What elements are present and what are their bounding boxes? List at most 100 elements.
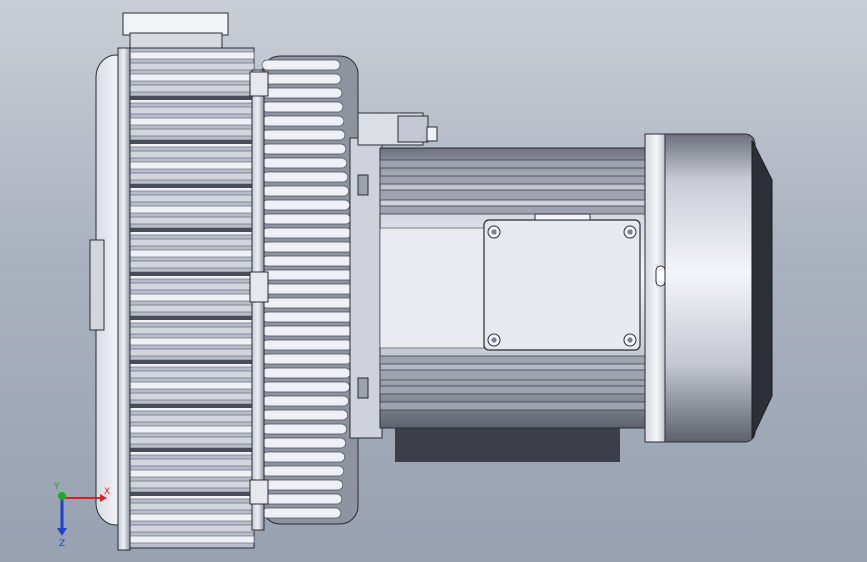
fin-groove: [128, 228, 254, 232]
housing-fin: [127, 194, 255, 203]
housing-fin: [127, 216, 255, 225]
housing-fin: [127, 205, 255, 214]
terminal-box-lid-edge: [534, 213, 591, 221]
triad-z-label: Z: [59, 539, 65, 548]
fin-groove: [128, 492, 254, 496]
graphics-viewport[interactable]: X Y Z: [0, 0, 867, 562]
housing-fin: [127, 458, 255, 467]
motor-rib: [379, 401, 649, 411]
fin-groove: [128, 404, 254, 408]
housing-fin: [127, 128, 255, 137]
motor-side-panel: [379, 227, 485, 349]
fan-cover-end: [751, 139, 773, 439]
housing-fin: [127, 117, 255, 126]
housing-fins-right: [261, 55, 359, 525]
housing-fin: [127, 381, 255, 390]
motor-rib: [379, 385, 649, 395]
rounded-fin: [261, 241, 354, 253]
triad-x-label: X: [104, 487, 110, 497]
terminal-box[interactable]: [483, 219, 641, 351]
fin-groove: [128, 96, 254, 100]
rounded-fin: [261, 115, 345, 127]
rounded-fin: [261, 87, 343, 99]
fin-groove: [128, 360, 254, 364]
rounded-fin: [261, 353, 352, 365]
housing-fin: [127, 425, 255, 434]
motor-rib: [379, 355, 649, 365]
rounded-fin: [261, 381, 350, 393]
flange-bolt-top: [357, 174, 369, 196]
housing-fin: [127, 480, 255, 489]
housing-fin: [127, 249, 255, 258]
housing-fin: [127, 172, 255, 181]
ring-bracket-top: [249, 71, 269, 97]
inlet-port: [122, 12, 229, 36]
rounded-fin: [261, 255, 354, 267]
rounded-fin: [261, 311, 355, 323]
housing-fin: [127, 513, 255, 522]
rounded-fin: [261, 451, 346, 463]
rounded-fin: [261, 129, 346, 141]
rounded-fin: [261, 199, 351, 211]
fan-cover-front: [644, 133, 666, 443]
housing-fin: [127, 62, 255, 71]
housing-fin: [127, 502, 255, 511]
outlet-fitting-plug: [426, 126, 438, 142]
housing-fin: [127, 392, 255, 401]
fin-groove: [128, 316, 254, 320]
outlet-fitting-nut: [397, 115, 429, 143]
fin-groove: [128, 272, 254, 276]
rounded-fin: [261, 297, 356, 309]
rounded-fin: [261, 437, 347, 449]
housing-fin: [127, 260, 255, 269]
rounded-fin: [261, 283, 356, 295]
housing-fin: [127, 73, 255, 82]
rounded-fin: [261, 101, 344, 113]
blower-motor-model[interactable]: [0, 0, 867, 562]
rounded-fin: [261, 213, 352, 225]
inlet-port-neck: [129, 32, 223, 50]
motor-base-shadow: [395, 428, 620, 462]
triad-y-axis-dot: [58, 492, 66, 500]
housing-fin: [127, 436, 255, 445]
rounded-fin: [261, 269, 355, 281]
housing-fin: [127, 337, 255, 346]
housing-fin: [127, 326, 255, 335]
housing-fin: [127, 150, 255, 159]
housing-fin: [127, 238, 255, 247]
housing-fin: [127, 535, 255, 544]
triad-y-label: Y: [53, 482, 60, 492]
housing-fin: [127, 469, 255, 478]
housing-fin: [127, 414, 255, 423]
rounded-fin: [261, 143, 347, 155]
motor-rib: [379, 369, 649, 381]
rounded-fin: [261, 507, 342, 519]
housing-fin: [127, 282, 255, 291]
rounded-fin: [261, 325, 354, 337]
housing-fin: [127, 51, 255, 60]
housing-fin: [127, 348, 255, 357]
rounded-fin: [261, 59, 341, 71]
ring-bracket-mid: [249, 271, 269, 303]
triad-z-arrow: [57, 528, 67, 536]
rounded-fin: [261, 465, 345, 477]
rounded-fin: [261, 423, 348, 435]
rounded-fin: [261, 493, 343, 505]
housing-fin: [127, 524, 255, 533]
fan-cover-slot: [655, 265, 666, 287]
rounded-fin: [261, 339, 353, 351]
rounded-fin: [261, 157, 348, 169]
rounded-fin: [261, 409, 349, 421]
rounded-fin: [261, 395, 349, 407]
rounded-fin: [261, 367, 351, 379]
motor-rib: [379, 175, 649, 185]
housing-fins-left: [127, 47, 255, 549]
housing-fin: [127, 84, 255, 93]
housing-fin: [127, 161, 255, 170]
housing-ring-left: [117, 47, 131, 551]
fin-groove: [128, 184, 254, 188]
ring-bracket-bottom: [249, 479, 269, 505]
coordinate-triad: X Y Z: [53, 482, 110, 548]
housing-fin: [127, 370, 255, 379]
rounded-fin: [261, 185, 350, 197]
